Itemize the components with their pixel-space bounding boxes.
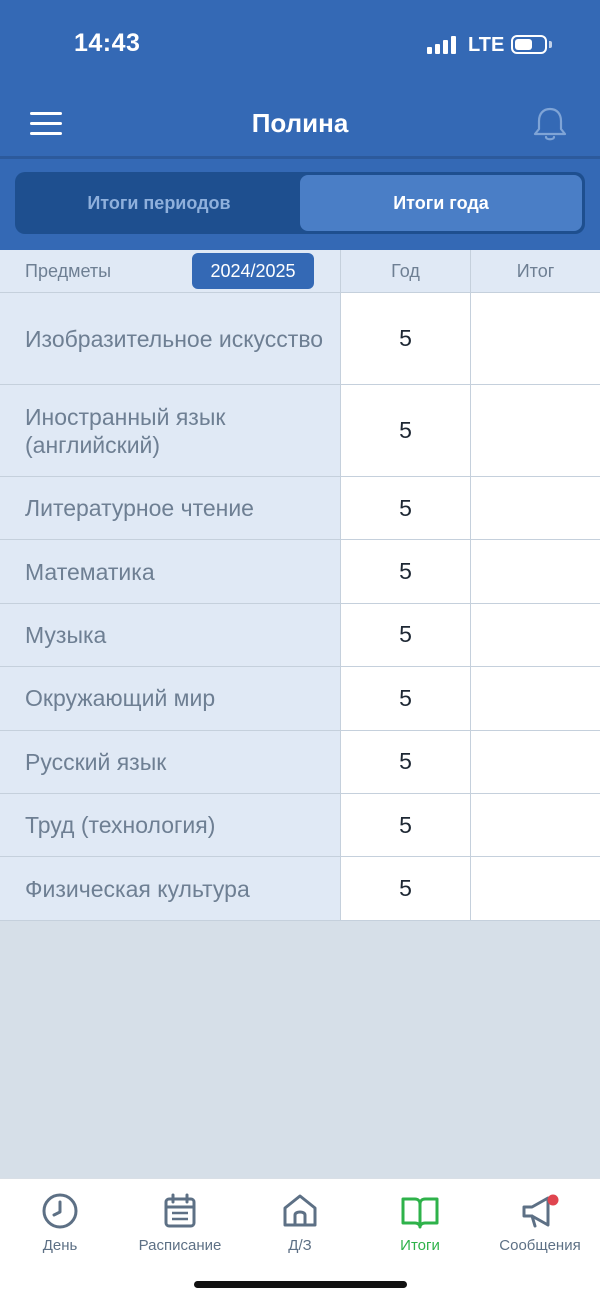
status-bar: 14:43 LTE (0, 0, 600, 90)
tab-homework-label: Д/З (288, 1237, 312, 1254)
year-grade: 5 (340, 667, 470, 730)
tab-results[interactable]: Итоги (360, 1179, 480, 1269)
final-grade (470, 667, 600, 730)
grades-table: Предметы 2024/2025 Год Итог Изобразитель… (0, 250, 600, 921)
final-grade (470, 540, 600, 603)
tab-day[interactable]: День (0, 1179, 120, 1269)
year-grade: 5 (340, 385, 470, 476)
tab-results-label: Итоги (400, 1237, 440, 1254)
table-row[interactable]: Математика 5 (0, 540, 600, 604)
segment-control: Итоги периодов Итоги года (15, 172, 585, 234)
tab-schedule[interactable]: Расписание (120, 1179, 240, 1269)
subject-name: Музыка (0, 603, 340, 667)
year-grade: 5 (340, 793, 470, 857)
battery-icon (511, 35, 547, 54)
subject-name: Изобразительное искусство (0, 293, 340, 384)
final-grade (470, 730, 600, 793)
year-grade: 5 (340, 857, 470, 920)
tab-period-results[interactable]: Итоги периодов (18, 175, 300, 231)
year-grade: 5 (340, 540, 470, 603)
final-grade (470, 477, 600, 540)
clock-icon (42, 1193, 78, 1229)
subject-name: Иностранный язык (английский) (0, 385, 340, 476)
year-grade: 5 (340, 293, 470, 384)
table-body: Изобразительное искусство 5 Иностранный яз… (0, 293, 600, 921)
tab-homework[interactable]: Д/З (240, 1179, 360, 1269)
final-grade (470, 793, 600, 857)
nav-bar: Полина (0, 90, 600, 158)
network-label: LTE (468, 34, 505, 56)
table-row[interactable]: Изобразительное искусство 5 (0, 293, 600, 385)
subject-name: Окружающий мир (0, 667, 340, 730)
subject-name: Русский язык (0, 730, 340, 793)
final-grade (470, 857, 600, 920)
column-header-year: Год (340, 250, 470, 292)
home-indicator[interactable] (194, 1281, 407, 1288)
table-row[interactable]: Труд (технология) 5 (0, 793, 600, 858)
year-grade: 5 (340, 730, 470, 793)
tab-day-label: День (42, 1237, 78, 1254)
tab-messages[interactable]: Сообщения (480, 1179, 600, 1269)
app-header: 14:43 LTE Полина Итоги периодов Итоги го… (0, 0, 600, 250)
calendar-icon (164, 1193, 196, 1228)
subject-name: Труд (технология) (0, 793, 340, 857)
table-row[interactable]: Литературное чтение 5 (0, 477, 600, 541)
status-time: 14:43 (74, 29, 141, 57)
table-header-row: Предметы 2024/2025 Год Итог (0, 250, 600, 293)
table-row[interactable]: Русский язык 5 (0, 730, 600, 794)
final-grade (470, 293, 600, 384)
subject-name: Математика (0, 540, 340, 603)
tab-schedule-label: Расписание (138, 1237, 222, 1254)
table-row[interactable]: Физическая культура 5 (0, 857, 600, 921)
page-title: Полина (251, 108, 349, 138)
battery-level (515, 39, 532, 50)
column-header-final: Итог (470, 250, 600, 292)
tab-year-results[interactable]: Итоги года (300, 175, 582, 231)
tab-messages-label: Сообщения (499, 1237, 581, 1254)
notification-dot (547, 1194, 559, 1206)
subject-name: Физическая культура (0, 857, 340, 920)
book-icon (401, 1197, 439, 1229)
table-row[interactable]: Музыка 5 (0, 603, 600, 668)
table-row[interactable]: Окружающий мир 5 (0, 667, 600, 731)
academic-year-badge[interactable]: 2024/2025 (192, 253, 314, 289)
table-row[interactable]: Иностранный язык (английский) 5 (0, 385, 600, 477)
year-grade: 5 (340, 603, 470, 667)
bell-icon[interactable] (530, 104, 570, 144)
year-grade: 5 (340, 477, 470, 540)
signal-icon (427, 36, 459, 54)
megaphone-icon (522, 1194, 559, 1228)
final-grade (470, 385, 600, 476)
subject-name: Литературное чтение (0, 477, 340, 540)
home-icon (283, 1194, 317, 1227)
final-grade (470, 603, 600, 667)
